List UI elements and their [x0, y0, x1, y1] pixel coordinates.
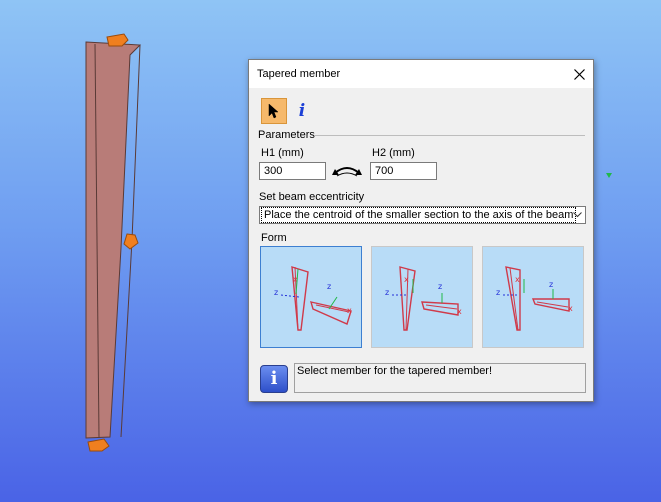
- form-option-2-diagram: z x z x: [385, 266, 462, 331]
- svg-text:x: x: [347, 306, 352, 315]
- svg-text:z: z: [385, 288, 389, 297]
- svg-text:z: z: [274, 288, 278, 297]
- parameters-heading: Parameters: [258, 129, 315, 141]
- beam-end-handle-bottom[interactable]: [87, 438, 110, 452]
- form-option-3-diagram: z x z x: [496, 266, 573, 331]
- form-option-3[interactable]: z x z x: [482, 246, 584, 348]
- svg-text:x: x: [457, 307, 462, 316]
- h2-label: H2 (mm): [372, 147, 415, 159]
- eccentricity-selected-value: Place the centroid of the smaller sectio…: [260, 207, 577, 223]
- parameters-divider: [315, 135, 585, 136]
- chevron-down-icon: [569, 207, 585, 223]
- info-button[interactable]: i: [293, 100, 311, 122]
- beam-mid-handle[interactable]: [123, 233, 139, 250]
- svg-text:z: z: [549, 280, 553, 289]
- svg-text:x: x: [515, 275, 520, 284]
- svg-text:x: x: [568, 304, 573, 313]
- close-button[interactable]: [565, 60, 593, 88]
- svg-text:z: z: [438, 282, 442, 291]
- svg-text:z: z: [496, 288, 500, 297]
- form-heading: Form: [261, 232, 287, 244]
- title-bar: Tapered member: [249, 60, 593, 88]
- eccentricity-label: Set beam eccentricity: [259, 191, 365, 203]
- form-option-1[interactable]: z x z x: [260, 246, 362, 348]
- status-info-icon: i: [260, 365, 288, 393]
- select-member-button[interactable]: [261, 98, 287, 124]
- form-option-2[interactable]: z x z x: [371, 246, 473, 348]
- eccentricity-select[interactable]: Place the centroid of the smaller sectio…: [259, 206, 586, 224]
- svg-text:x: x: [404, 275, 409, 284]
- cursor-arrow-icon: [268, 103, 279, 119]
- origin-marker: [606, 173, 612, 178]
- close-icon: [573, 68, 585, 80]
- swap-arrows-icon[interactable]: [331, 164, 363, 178]
- svg-text:z: z: [327, 282, 331, 291]
- h1-input[interactable]: 300: [259, 162, 326, 180]
- status-message: Select member for the tapered member!: [294, 363, 586, 393]
- form-option-1-diagram: z x z x: [274, 266, 352, 331]
- h2-input[interactable]: 700: [370, 162, 437, 180]
- dialog-title: Tapered member: [257, 68, 341, 80]
- h1-label: H1 (mm): [261, 147, 304, 159]
- tapered-member-dialog: Tapered member i Parameters H1 (mm) 300 …: [248, 59, 594, 402]
